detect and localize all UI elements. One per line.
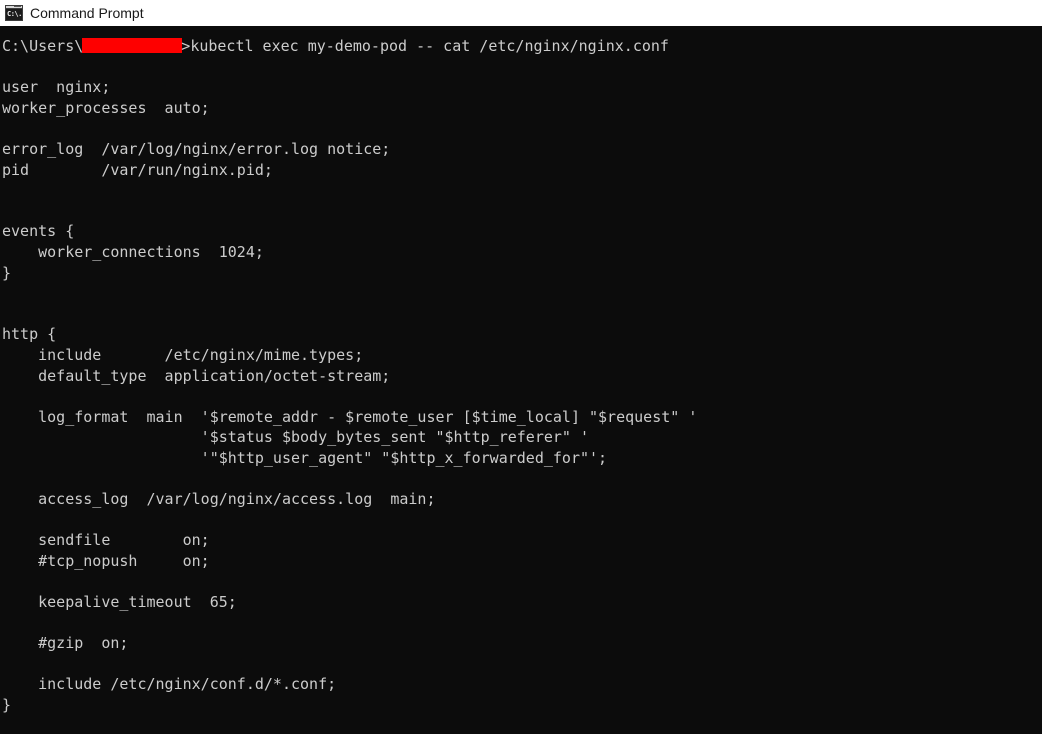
terminal-output-line: events { [2, 222, 75, 241]
terminal-output-line: worker_processes auto; [2, 98, 210, 117]
redacted-username-block [82, 38, 183, 53]
terminal-output-line: worker_connections 1024; [2, 242, 264, 261]
terminal-output-line: #gzip on; [2, 634, 129, 653]
terminal-output-line: include /etc/nginx/mime.types; [2, 345, 364, 364]
prompt-path-prefix: C:\Users\ [2, 37, 84, 55]
terminal-output-area[interactable]: C:\Users\ >kubectl exec my-demo-pod -- ca… [0, 26, 1042, 734]
cmd-icon-screen-glyph: C:\. [6, 9, 22, 20]
terminal-output-line: } [2, 696, 12, 714]
window-title: Command Prompt [30, 5, 144, 21]
terminal-output-line: default_type application/octet-stream; [2, 366, 391, 385]
terminal-output-line: pid /var/run/nginx.pid; [2, 160, 273, 179]
terminal-output-line: '"$http_user_agent" "$http_x_forwarded_f… [2, 448, 608, 467]
cmd-icon: C:\. [5, 5, 23, 21]
command-prompt-window: C:\. Command Prompt C:\Users\ >kubectl ex… [0, 0, 1042, 734]
terminal-output-line: keepalive_timeout 65; [2, 593, 237, 612]
terminal-output-line: error_log /var/log/nginx/error.log notic… [2, 139, 391, 158]
prompt-caret: > [181, 37, 191, 55]
terminal-output-line: user nginx; [2, 78, 111, 97]
terminal-output-line: '$status $body_bytes_sent "$http_referer… [2, 428, 589, 447]
terminal-output-line: #tcp_nopush on; [2, 551, 210, 570]
terminal-output-line: http { [2, 325, 57, 344]
terminal-command-text: kubectl exec my-demo-pod -- cat /etc/ngi… [190, 37, 669, 55]
terminal-output-line: sendfile on; [2, 531, 210, 550]
terminal-output-line: log_format main '$remote_addr - $remote_… [2, 407, 698, 426]
terminal-output-line: } [2, 263, 12, 282]
terminal-prompt-line: C:\Users\ >kubectl exec my-demo-pod -- ca… [0, 36, 1042, 57]
terminal-output-line: access_log /var/log/nginx/access.log mai… [2, 490, 436, 509]
window-titlebar[interactable]: C:\. Command Prompt [0, 0, 1042, 26]
terminal-output-line: include /etc/nginx/conf.d/*.conf; [2, 675, 337, 694]
